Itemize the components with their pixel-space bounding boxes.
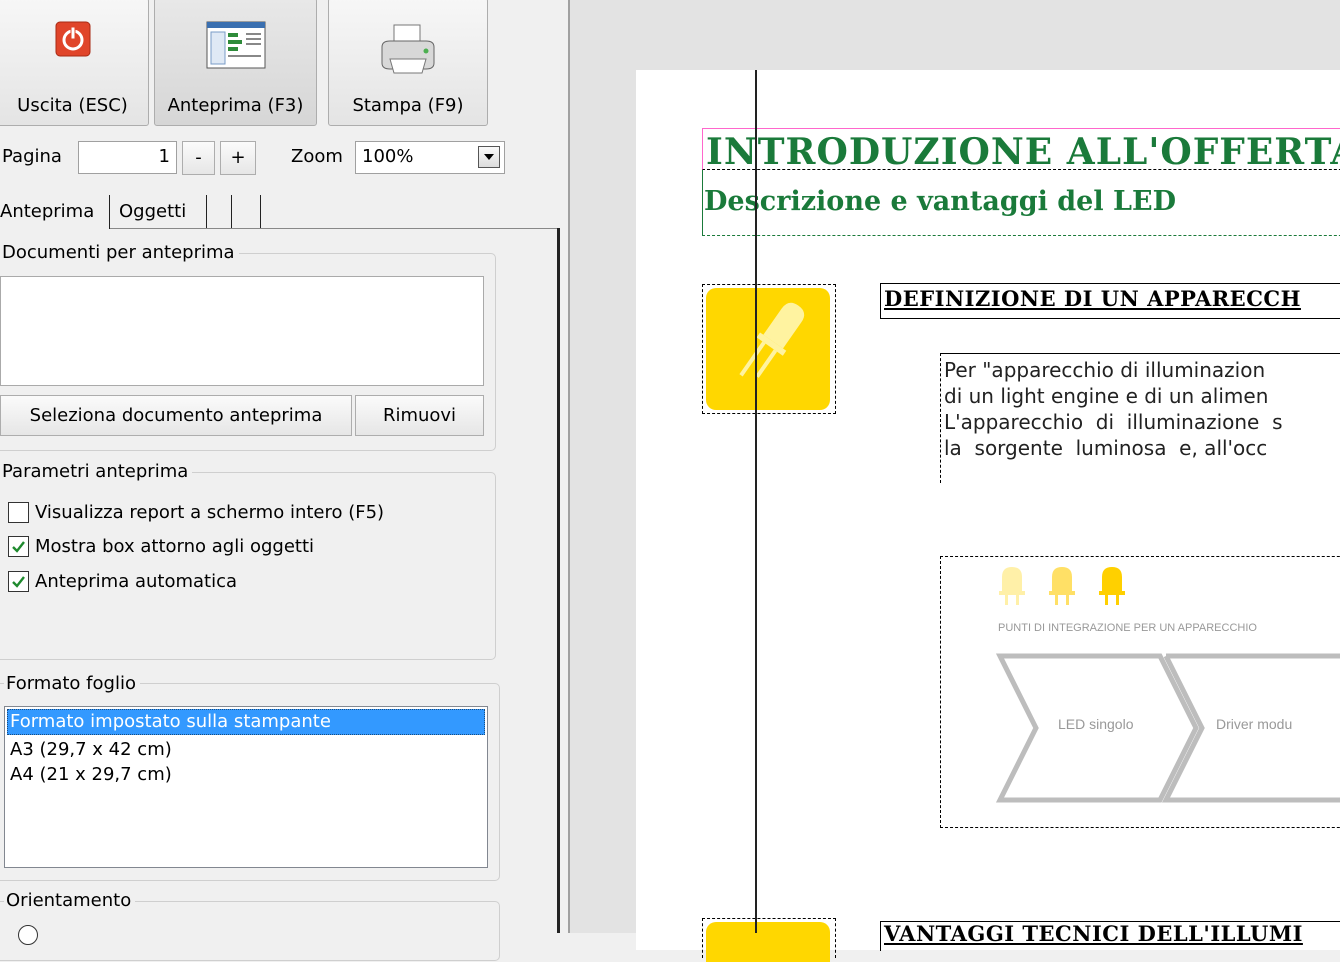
params-group-title: Parametri anteprima (0, 462, 193, 482)
tab-empty-3[interactable] (208, 195, 232, 229)
select-document-button[interactable]: Seleziona documento anteprima (0, 395, 352, 436)
tab-divider (110, 228, 560, 229)
sheet-format-item[interactable]: Formato impostato sulla stampante (7, 709, 485, 735)
print-button-label: Stampa (F9) (352, 95, 464, 116)
body-line: L'apparecchio di illuminazione s (944, 410, 1283, 434)
sheet-format-item-label: A3 (29,7 x 42 cm) (10, 739, 172, 760)
infographic-caption: PUNTI DI INTEGRAZIONE PER UN APPARECCHIO (998, 622, 1257, 634)
sheet-format-item[interactable]: A3 (29,7 x 42 cm) (7, 737, 485, 762)
chevron-label-driver: Driver modu (1216, 716, 1293, 732)
zoom-value: 100% (362, 146, 414, 167)
show-boxes-checkbox-label: Mostra box attorno agli oggetti (35, 536, 315, 557)
chevron-label-led: LED singolo (1058, 716, 1134, 732)
zoom-label: Zoom (291, 146, 343, 167)
page-input[interactable]: 1 (78, 141, 177, 174)
tab-empty-4[interactable] (233, 195, 261, 229)
exit-button-label: Uscita (ESC) (17, 95, 128, 116)
sheet-format-item-label: Formato impostato sulla stampante (10, 711, 331, 732)
led-bulb-icon-2 (706, 922, 830, 962)
zoom-select[interactable]: 100% (355, 141, 505, 174)
tab-oggetti-label: Oggetti (119, 201, 187, 222)
body-line: Per "apparecchio di illuminazion (944, 358, 1266, 382)
page-label: Pagina (2, 146, 62, 167)
printer-icon (376, 21, 440, 82)
remove-button[interactable]: Rimuovi (355, 395, 484, 436)
print-button[interactable]: Stampa (F9) (328, 0, 488, 126)
tab-anteprima[interactable]: Anteprima (0, 195, 110, 229)
orientation-group-title: Orientamento (4, 891, 136, 911)
page-subtitle: Descrizione e vantaggi del LED (704, 186, 1176, 217)
vertical-guide-line[interactable] (755, 70, 757, 933)
power-icon (55, 21, 91, 62)
left-panel: Uscita (ESC) Anteprima (F3) Stampa (F9) … (0, 0, 560, 961)
page-minus-button[interactable]: - (182, 141, 215, 175)
sheet-format-list[interactable]: Formato impostato sulla stampante A3 (29… (4, 706, 488, 868)
led-bulb-icon (706, 288, 830, 410)
fullscreen-checkbox[interactable] (8, 502, 29, 523)
tab-oggetti[interactable]: Oggetti (114, 195, 207, 229)
orientation-radio[interactable] (18, 925, 38, 945)
exit-button[interactable]: Uscita (ESC) (0, 0, 149, 126)
sheet-format-group-title: Formato foglio (4, 674, 140, 694)
preview-window-icon (206, 21, 266, 74)
sheet-format-item-label: A4 (21 x 29,7 cm) (10, 764, 172, 785)
preview-button[interactable]: Anteprima (F3) (154, 0, 317, 126)
led-bulbs-icon (996, 565, 1146, 610)
tab-anteprima-label: Anteprima (0, 201, 95, 222)
fullscreen-checkbox-label: Visualizza report a schermo intero (F5) (35, 502, 385, 523)
section-heading-2: VANTAGGI TECNICI DELL'ILLUMI (884, 921, 1303, 946)
auto-preview-checkbox-label: Anteprima automatica (35, 571, 238, 592)
checkmark-icon (12, 541, 25, 553)
documents-group-title: Documenti per anteprima (0, 243, 239, 263)
dropdown-arrow-icon[interactable] (478, 146, 500, 168)
body-line: di un light engine e di un alimen (944, 384, 1269, 408)
body-line: la sorgente luminosa e, all'occ (944, 436, 1268, 460)
panel-splitter[interactable] (557, 228, 560, 933)
preview-page: INTRODUZIONE ALL'OFFERTA Descrizione e v… (636, 70, 1340, 962)
preview-button-label: Anteprima (F3) (167, 95, 304, 116)
auto-preview-checkbox[interactable] (8, 571, 29, 592)
page-plus-button[interactable]: + (220, 141, 256, 175)
section-heading: DEFINIZIONE DI UN APPARECCH (884, 286, 1301, 311)
params-group (0, 472, 496, 660)
checkmark-icon (12, 576, 25, 588)
show-boxes-checkbox[interactable] (8, 536, 29, 557)
documents-list[interactable] (0, 276, 484, 386)
sheet-format-item[interactable]: A4 (21 x 29,7 cm) (7, 762, 485, 787)
page-title: INTRODUZIONE ALL'OFFERTA (706, 131, 1340, 173)
